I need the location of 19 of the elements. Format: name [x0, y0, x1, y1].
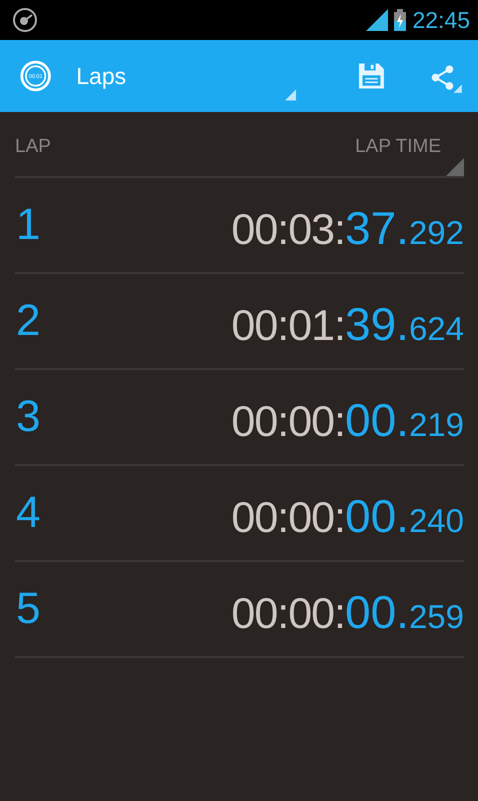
lap-time: 00:03:37.292	[231, 201, 464, 255]
clock: 22:45	[412, 6, 470, 34]
column-header: LAP TIME	[355, 136, 441, 158]
lap-time: 00:00:00.219	[231, 393, 464, 447]
signal-icon	[366, 9, 388, 31]
lap-time: 00:01:39.624	[231, 297, 464, 351]
lap-number: 1	[16, 200, 40, 250]
lap-number: 4	[16, 488, 40, 538]
column-header: LAP	[15, 136, 51, 159]
lap-time: 00:00:00.259	[231, 585, 464, 639]
dropdown-corner-icon	[285, 87, 296, 103]
lap-number: 2	[16, 296, 40, 346]
lap-number: 5	[16, 584, 40, 634]
title-dropdown[interactable]: Laps	[76, 62, 126, 90]
stopwatch-notification-icon	[12, 7, 38, 33]
battery-icon	[394, 9, 406, 31]
lap-time: 00:00:00.240	[231, 489, 464, 543]
lap-number: 3	[16, 392, 40, 442]
corner-triangle-icon	[446, 158, 464, 176]
